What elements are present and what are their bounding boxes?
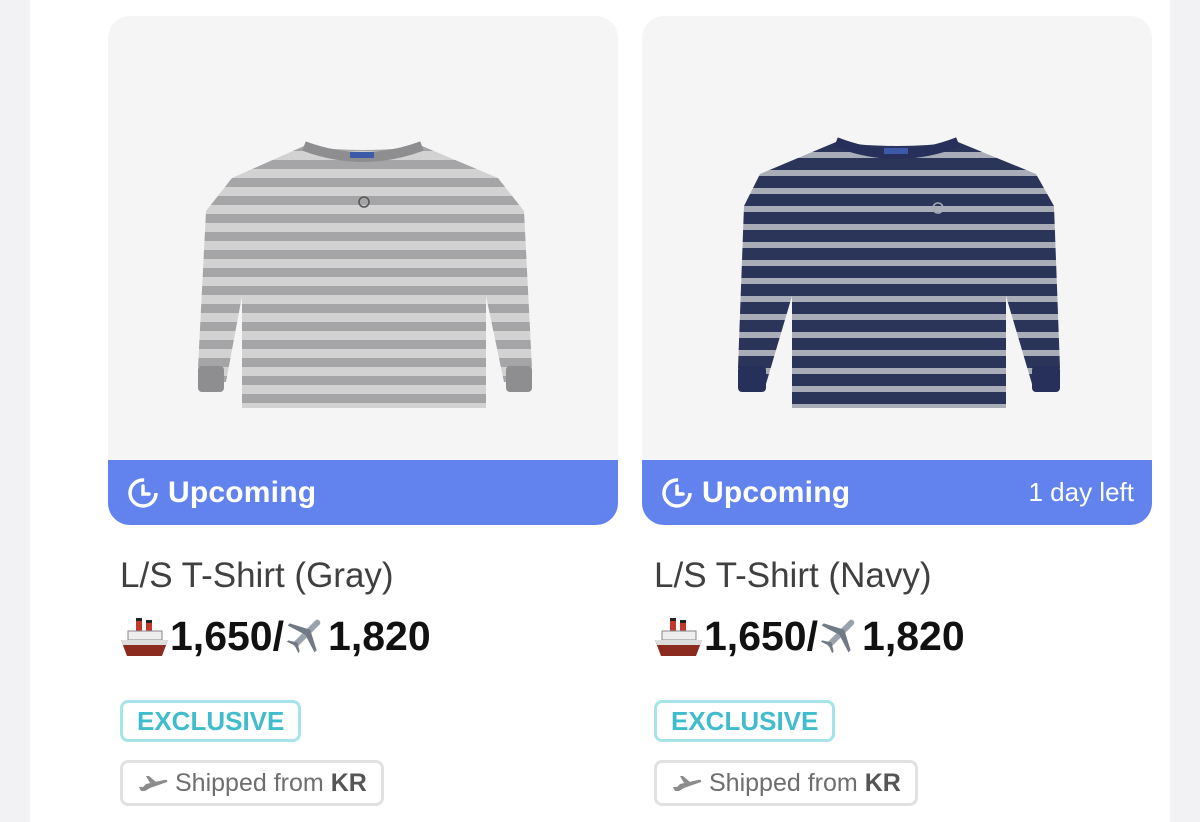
- ship-icon: [652, 612, 704, 660]
- status-bar: Upcoming 1 day left: [642, 460, 1152, 525]
- ship-icon: [118, 612, 170, 660]
- plane-icon: [137, 772, 169, 794]
- product-price: 1,650 / 1,820: [652, 612, 965, 660]
- product-image[interactable]: Upcoming 1 day left: [642, 16, 1152, 525]
- airplane-icon: [284, 612, 328, 660]
- airplane-icon: [818, 612, 862, 660]
- status-bar: Upcoming: [108, 460, 618, 525]
- shipped-from-badge: Shipped from KR: [120, 760, 384, 806]
- days-left: 1 day left: [1028, 477, 1134, 507]
- product-card[interactable]: Upcoming 1 day left L/S T-Shirt (Navy) 1…: [642, 16, 1152, 806]
- clock-icon: [126, 476, 160, 510]
- shirt-image: [198, 141, 532, 408]
- price-separator: /: [806, 612, 819, 659]
- shipped-country: KR: [330, 768, 367, 797]
- plane-icon: [671, 772, 703, 794]
- exclusive-badge: EXCLUSIVE: [654, 700, 836, 742]
- status-label: Upcoming: [168, 475, 317, 509]
- shipped-from-badge: Shipped from KR: [654, 760, 918, 806]
- price-separator: /: [272, 612, 285, 659]
- shipped-country: KR: [864, 768, 901, 797]
- product-grid: Upcoming L/S T-Shirt (Gray) 1,650 / 1,82…: [30, 0, 1170, 822]
- status-label: Upcoming: [702, 475, 851, 509]
- air-price: 1,820: [328, 612, 431, 659]
- ship-price: 1,650: [704, 612, 807, 659]
- air-price: 1,820: [862, 612, 965, 659]
- shipped-from-text: Shipped from: [709, 768, 858, 797]
- product-title[interactable]: L/S T-Shirt (Navy): [654, 556, 931, 596]
- shipped-from-text: Shipped from: [175, 768, 324, 797]
- clock-icon: [660, 476, 694, 510]
- shirt-image: [738, 137, 1060, 408]
- product-image[interactable]: Upcoming: [108, 16, 618, 525]
- product-title[interactable]: L/S T-Shirt (Gray): [120, 556, 394, 596]
- ship-price: 1,650: [170, 612, 273, 659]
- product-price: 1,650 / 1,820: [118, 612, 431, 660]
- product-card[interactable]: Upcoming L/S T-Shirt (Gray) 1,650 / 1,82…: [108, 16, 618, 806]
- exclusive-badge: EXCLUSIVE: [120, 700, 302, 742]
